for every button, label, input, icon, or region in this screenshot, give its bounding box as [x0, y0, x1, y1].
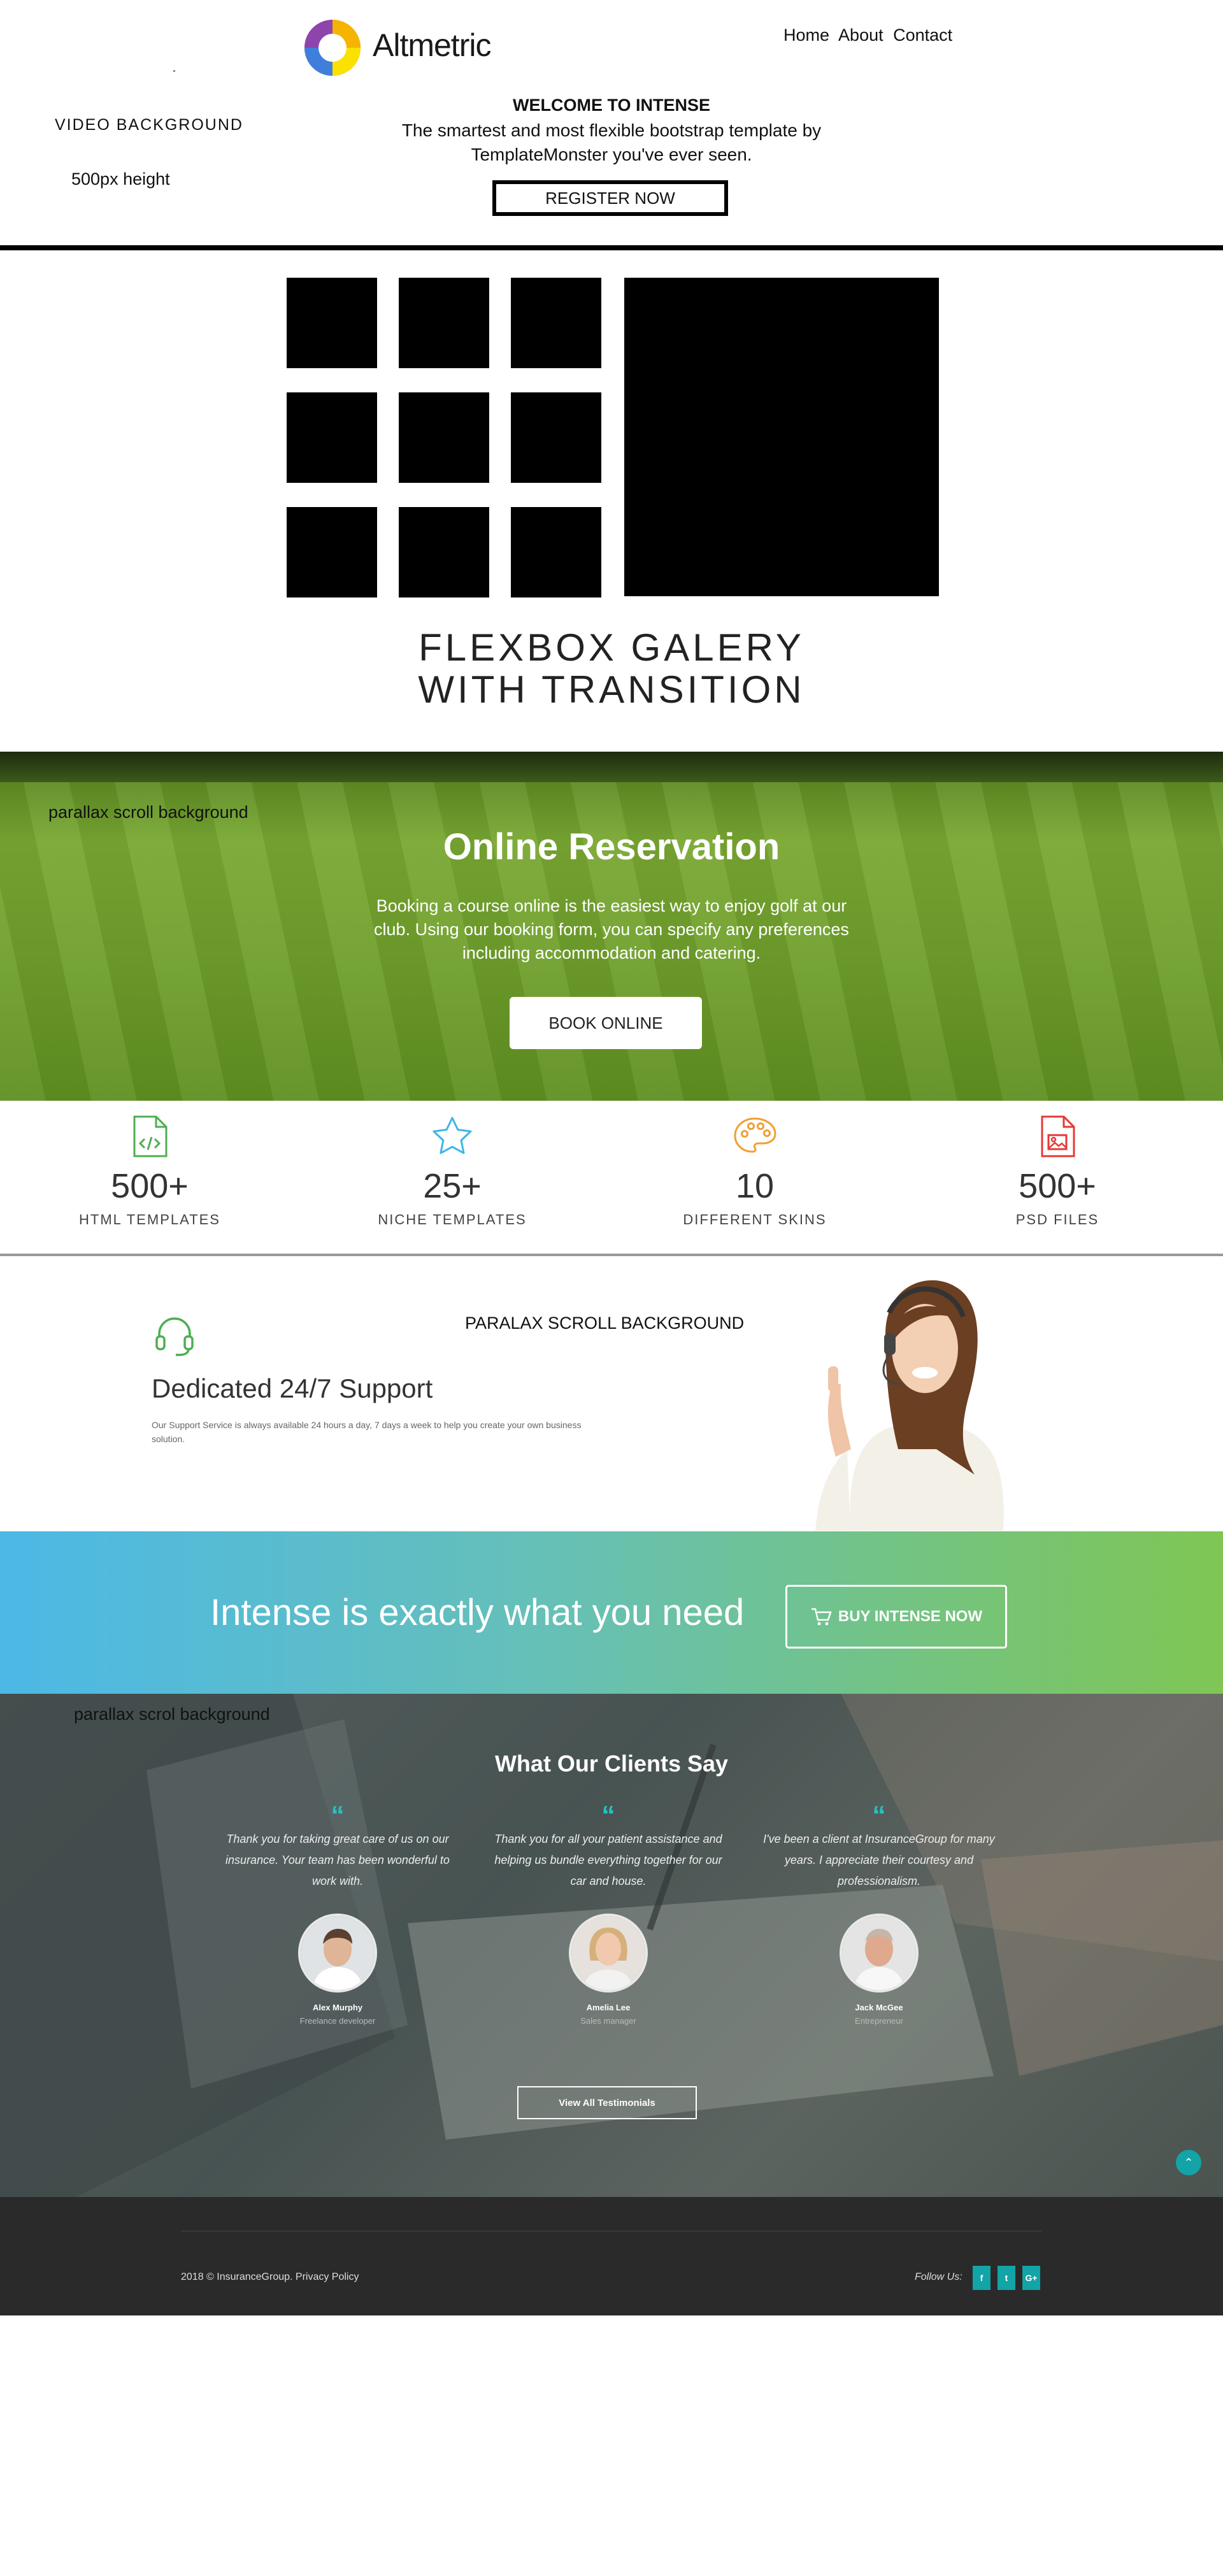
video-background-label: VIDEO BACKGROUND — [55, 116, 243, 134]
image-file-icon — [1041, 1115, 1075, 1157]
register-now-button[interactable]: REGISTER NOW — [492, 180, 728, 216]
client-role: Freelance developer — [299, 2016, 376, 2026]
parallax-note: parallax scrol background — [74, 1705, 270, 1724]
testimonial-card: “ Thank you for taking great care of us … — [217, 1800, 459, 2026]
hero-subtitle: The smartest and most flexible bootstrap… — [401, 120, 822, 164]
support-title: Dedicated 24/7 Support — [152, 1373, 433, 1403]
parallax-note: parallax scroll background — [48, 803, 248, 822]
nav-home[interactable]: Home — [783, 25, 829, 45]
quote-icon: “ — [331, 1800, 345, 1830]
google-plus-icon[interactable]: G+ — [1022, 2266, 1040, 2290]
testimonial-text: Thank you for taking great care of us on… — [225, 1833, 450, 1887]
nav-about[interactable]: About — [838, 25, 883, 45]
chevron-up-icon: ⌃ — [1184, 2156, 1194, 2169]
quote-icon: “ — [601, 1800, 615, 1830]
gallery-feature-tile[interactable] — [624, 278, 939, 596]
main-nav: Home About Contact — [783, 25, 957, 45]
cta-text: Intense is exactly what you need — [210, 1592, 745, 1633]
avatar — [298, 1914, 377, 1993]
gallery-title-line1: FLEXBOX GALERY — [418, 626, 805, 669]
stat-value: 500+ — [1019, 1167, 1096, 1205]
reservation-text: Booking a course online is the easiest w… — [374, 896, 849, 962]
gallery-tile[interactable] — [399, 392, 489, 483]
stat-label: HTML TEMPLATES — [79, 1212, 220, 1227]
nav-contact[interactable]: Contact — [893, 25, 952, 45]
client-name: Alex Murphy — [312, 2003, 362, 2012]
stat-value: 10 — [735, 1167, 775, 1205]
gallery-tile[interactable] — [287, 278, 377, 368]
gallery-tile[interactable] — [399, 278, 489, 368]
palette-icon — [734, 1117, 776, 1153]
scroll-to-top-button[interactable]: ⌃ — [1176, 2150, 1201, 2175]
stat-html-templates: 500+ HTML TEMPLATES — [54, 1115, 245, 1228]
stat-value: 500+ — [111, 1167, 189, 1205]
logo-text: Altmetric — [373, 27, 491, 63]
buy-button-label: BUY INTENSE NOW — [838, 1608, 983, 1625]
client-photo — [301, 1916, 375, 1990]
parallax-note: PARALAX SCROLL BACKGROUND — [465, 1313, 745, 1333]
client-photo — [571, 1916, 645, 1990]
gallery-tile[interactable] — [511, 392, 601, 483]
stat-niche-templates: 25+ NICHE TEMPLATES — [357, 1115, 548, 1228]
headset-icon — [155, 1317, 194, 1356]
stat-psd-files: 500+ PSD FILES — [962, 1115, 1153, 1228]
stat-label: NICHE TEMPLATES — [378, 1212, 527, 1227]
follow-label: Follow Us: — [915, 2272, 962, 2282]
gallery-tile[interactable] — [287, 507, 377, 597]
gallery-tile[interactable] — [399, 507, 489, 597]
decorative-dot — [173, 70, 175, 72]
testimonial-card: “ I've been a client at InsuranceGroup f… — [758, 1800, 1000, 2026]
client-name: Amelia Lee — [586, 2003, 631, 2012]
gallery-tile[interactable] — [287, 392, 377, 483]
client-role: Entrepreneur — [855, 2016, 903, 2026]
gallery-tile[interactable] — [511, 278, 601, 368]
client-role: Sales manager — [580, 2016, 636, 2026]
star-icon — [433, 1117, 472, 1154]
buy-intense-button[interactable]: BUY INTENSE NOW — [785, 1585, 1007, 1649]
testimonial-text: Thank you for all your patient assistanc… — [494, 1833, 722, 1887]
support-text: Our Support Service is always available … — [152, 1420, 582, 1444]
facebook-icon[interactable]: f — [973, 2266, 991, 2290]
hero-title: WELCOME TO INTENSE — [512, 96, 710, 115]
testimonial-text: I've been a client at InsuranceGroup for… — [763, 1833, 995, 1887]
stat-different-skins: 10 DIFFERENT SKINS — [659, 1115, 850, 1228]
reservation-title: Online Reservation — [443, 826, 780, 868]
testimonial-card: “ Thank you for all your patient assista… — [487, 1800, 729, 2026]
quote-icon: “ — [872, 1800, 886, 1830]
gallery-title-line2: WITH TRANSITION — [418, 668, 805, 711]
gallery-tile[interactable] — [511, 507, 601, 597]
treeline-background — [0, 752, 1223, 782]
avatar — [840, 1914, 919, 1993]
gallery-title: FLEXBOX GALERY WITH TRANSITION — [0, 627, 1223, 711]
view-all-testimonials-button[interactable]: View All Testimonials — [517, 2086, 697, 2119]
book-online-button[interactable]: BOOK ONLINE — [510, 997, 702, 1049]
copyright-text: 2018 © InsuranceGroup. Privacy Policy — [181, 2272, 359, 2282]
client-photo — [842, 1916, 916, 1990]
stats-divider — [0, 1254, 1223, 1256]
testimonials-title: What Our Clients Say — [494, 1750, 729, 1777]
hero-divider — [0, 245, 1223, 250]
code-file-icon — [133, 1115, 168, 1157]
footer — [0, 2197, 1223, 2315]
support-agent-photo — [815, 1280, 1004, 1531]
stat-label: DIFFERENT SKINS — [683, 1212, 827, 1227]
height-label: 500px height — [71, 169, 170, 189]
avatar — [569, 1914, 648, 1993]
cart-icon — [811, 1608, 832, 1626]
twitter-icon[interactable]: t — [998, 2266, 1015, 2290]
stat-value: 25+ — [423, 1167, 482, 1205]
stat-label: PSD FILES — [1015, 1212, 1099, 1227]
client-name: Jack McGee — [855, 2003, 903, 2012]
